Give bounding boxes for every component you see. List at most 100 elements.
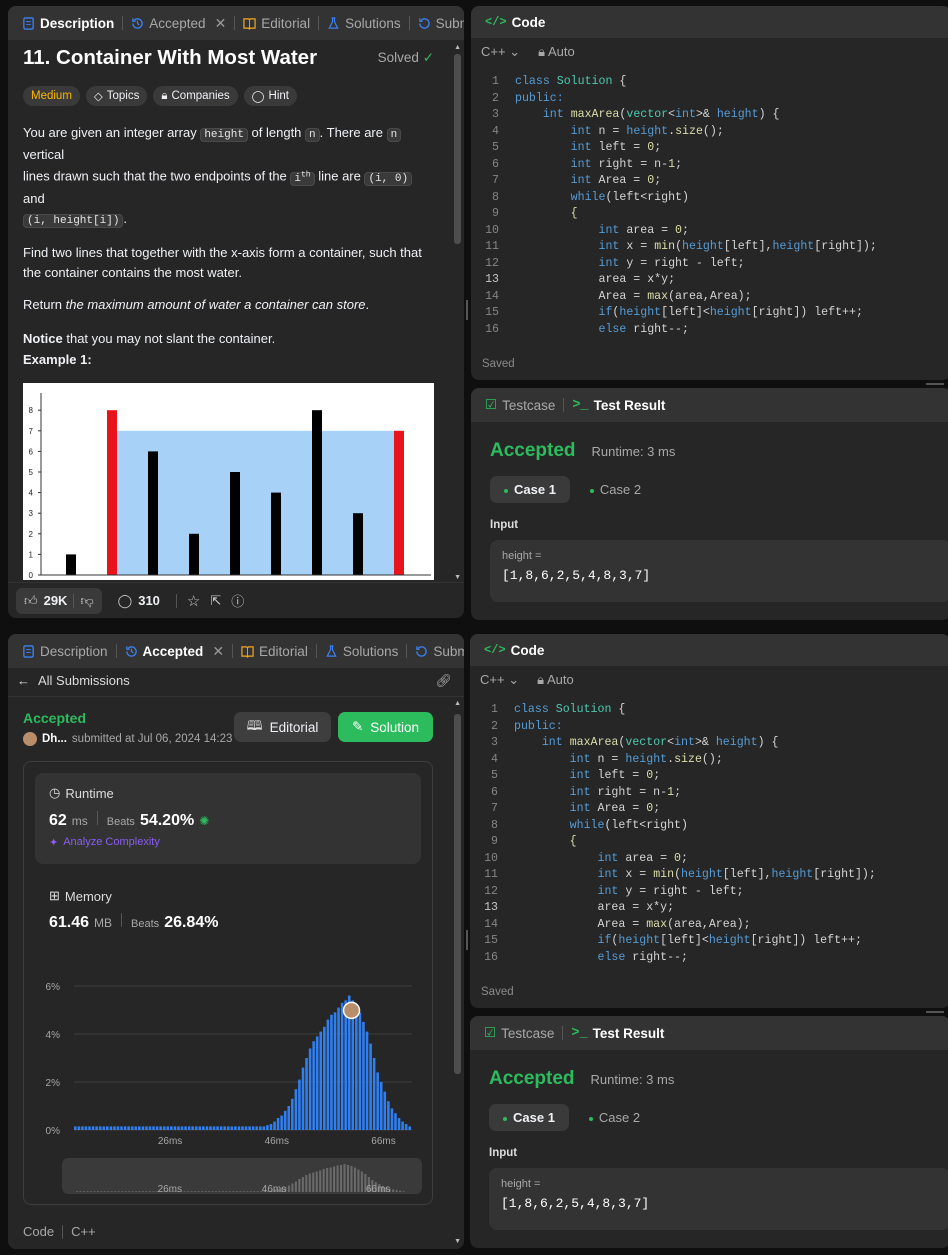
case-2-tab[interactable]: Case 2 [578,476,653,503]
line-number: 13 [484,901,498,914]
case-2-tab[interactable]: Case 2 [577,1104,652,1131]
tab-code[interactable]: </> Code [479,6,551,38]
scroll-up-icon[interactable]: ▲ [454,44,461,51]
code-line[interactable]: 15 if(height[left]<height[right]) left++… [479,305,948,322]
code-line[interactable]: 3 int maxArea(vector<int>& height) { [478,735,948,752]
scroll-down-icon[interactable]: ▼ [454,574,461,581]
code-line[interactable]: 4 int n = height.size(); [479,124,948,141]
runtime-distribution-chart[interactable]: 0% 2% 4% 6% 26ms 46ms 66ms 26ms 46ms 66ms [24,962,432,1202]
checkbox-icon: ☑ [485,397,498,412]
code-token: (); [702,124,724,138]
tab-testcase[interactable]: ☑ Testcase [478,1016,560,1050]
code-editor[interactable]: 1 class Solution {2 public: 3 int maxArea(v… [478,702,948,972]
solution-button[interactable]: ✎ Solution [338,712,433,742]
language-select[interactable]: C++ ⌄ [481,44,520,60]
close-icon[interactable]: ✕ [212,643,224,660]
code-editor[interactable]: 1 class Solution {2 public: 3 int maxArea(v… [479,74,948,344]
range-tick-label: 46ms [262,1184,286,1195]
distribution-bar [91,1126,95,1130]
code-line[interactable]: 8 while(left<right) [479,190,948,207]
code-line[interactable]: 12 int y = right - left; [478,884,948,901]
case-1-tab[interactable]: Case 1 [489,1104,569,1131]
code-line[interactable]: 12 int y = right - left; [479,256,948,273]
link-icon[interactable]: 🔗︎ [435,673,452,689]
range-bar [114,1191,117,1192]
auto-mode[interactable]: 🔒︎ Auto [538,44,575,60]
code-line[interactable]: 8 while(left<right) [478,818,948,835]
code-line[interactable]: 11 int x = min(height[left],height[right… [479,239,948,256]
topics-chip[interactable]: ◇ Topics [85,86,148,106]
back-link[interactable]: ← All Submissions [17,673,130,688]
code-line[interactable]: 10 int area = 0; [479,223,948,240]
resize-handle[interactable] [466,930,468,950]
tab-test-result[interactable]: >_ Test Result [566,388,671,422]
tab-editorial[interactable]: Editorial [237,6,316,40]
tab-submissions[interactable]: Submi [412,6,464,40]
tab-description[interactable]: Description [16,634,114,668]
code-line[interactable]: 11 int x = min(height[left],height[right… [478,867,948,884]
thumbs-up-icon[interactable]: 👍︎ [24,593,38,609]
code-line[interactable]: 14 Area = max(area,Area); [479,289,948,306]
language-select[interactable]: C++ ⌄ [480,672,519,688]
code-line[interactable]: 5 int left = 0; [478,768,948,785]
close-icon[interactable]: ✕ [215,15,227,32]
tab-accepted[interactable]: Accepted ✕ [119,634,231,668]
companies-chip[interactable]: 🔒︎ Companies [153,86,238,106]
tab-code[interactable]: </> Code [478,634,550,666]
thumbs-down-icon[interactable]: 👎︎ [80,593,93,609]
code-line[interactable]: 14 Area = max(area,Area); [478,917,948,934]
editorial-button[interactable]: 🕮 Editorial [234,712,331,742]
scrollbar-thumb[interactable] [454,714,461,1074]
auto-mode[interactable]: 🔒︎ Auto [537,672,574,688]
range-bar [225,1191,228,1192]
scroll-down-icon[interactable]: ▼ [454,1238,461,1245]
memory-card[interactable]: ⊞ Memory 61.46 MB Beats 26.84% [35,876,421,946]
history-icon [125,645,137,657]
code-line[interactable]: 3 int maxArea(vector<int>& height) { [479,107,948,124]
code-line[interactable]: 13 area = x*y; [478,900,948,917]
code-line[interactable]: 1 class Solution { [479,74,948,91]
help-icon[interactable]: ⓘ [231,591,244,610]
analyze-complexity[interactable]: ✦ Analyze Complexity [49,836,407,849]
code-line[interactable]: 15 if(height[left]<height[right]) left++… [478,933,948,950]
code-line[interactable]: 5 int left = 0; [479,140,948,157]
code-line[interactable]: 6 int right = n-1; [478,785,948,802]
tab-editorial[interactable]: Editorial [235,634,314,668]
tab-solutions[interactable]: Solutions [321,6,407,40]
tab-testcase[interactable]: ☑ Testcase [479,388,561,422]
code-toolbar: C++ ⌄ 🔒︎ Auto [480,672,574,688]
case-1-tab[interactable]: Case 1 [490,476,570,503]
code-line[interactable]: 9 { [479,206,948,223]
comments-button[interactable]: ◯ 310 [112,593,166,609]
tab-test-result[interactable]: >_ Test Result [565,1016,670,1050]
resize-handle[interactable] [926,1011,944,1013]
tab-submissions[interactable]: Submi [409,634,464,668]
code-token: { [570,207,578,220]
hint-chip[interactable]: ◯ Hint [243,86,297,106]
code-line[interactable]: 16 else right--; [479,322,948,339]
code-line[interactable]: 2 public: [478,719,948,736]
tab-solutions[interactable]: Solutions [319,634,405,668]
code-line[interactable]: 7 int Area = 0; [478,801,948,818]
code-line[interactable]: 6 int right = n-1; [479,157,948,174]
scrollbar-thumb[interactable] [454,54,461,244]
code-line[interactable]: 13 area = x*y; [479,272,948,289]
distribution-bar [202,1126,205,1130]
code-line[interactable]: 10 int area = 0; [478,851,948,868]
tab-accepted[interactable]: Accepted ✕ [125,6,232,40]
code-line[interactable]: 1 class Solution { [478,702,948,719]
resize-handle[interactable] [926,383,944,385]
tab-description[interactable]: Description [16,6,120,40]
resize-handle[interactable] [466,300,468,320]
scroll-up-icon[interactable]: ▲ [454,700,461,707]
code-line[interactable]: 9 { [478,834,948,851]
star-icon[interactable]: ☆ [187,592,200,610]
code-line[interactable]: 7 int Area = 0; [479,173,948,190]
code-line[interactable]: 2 public: [479,91,948,108]
code-token: ) { [757,736,779,749]
distribution-bar [365,1031,369,1130]
share-icon[interactable]: ⇱ [210,593,221,609]
runtime-card[interactable]: ◷ Runtime 62 ms Beats 54.20% ✺ ✦ Analyze C… [35,773,421,864]
code-line[interactable]: 4 int n = height.size(); [478,752,948,769]
code-line[interactable]: 16 else right--; [478,950,948,967]
